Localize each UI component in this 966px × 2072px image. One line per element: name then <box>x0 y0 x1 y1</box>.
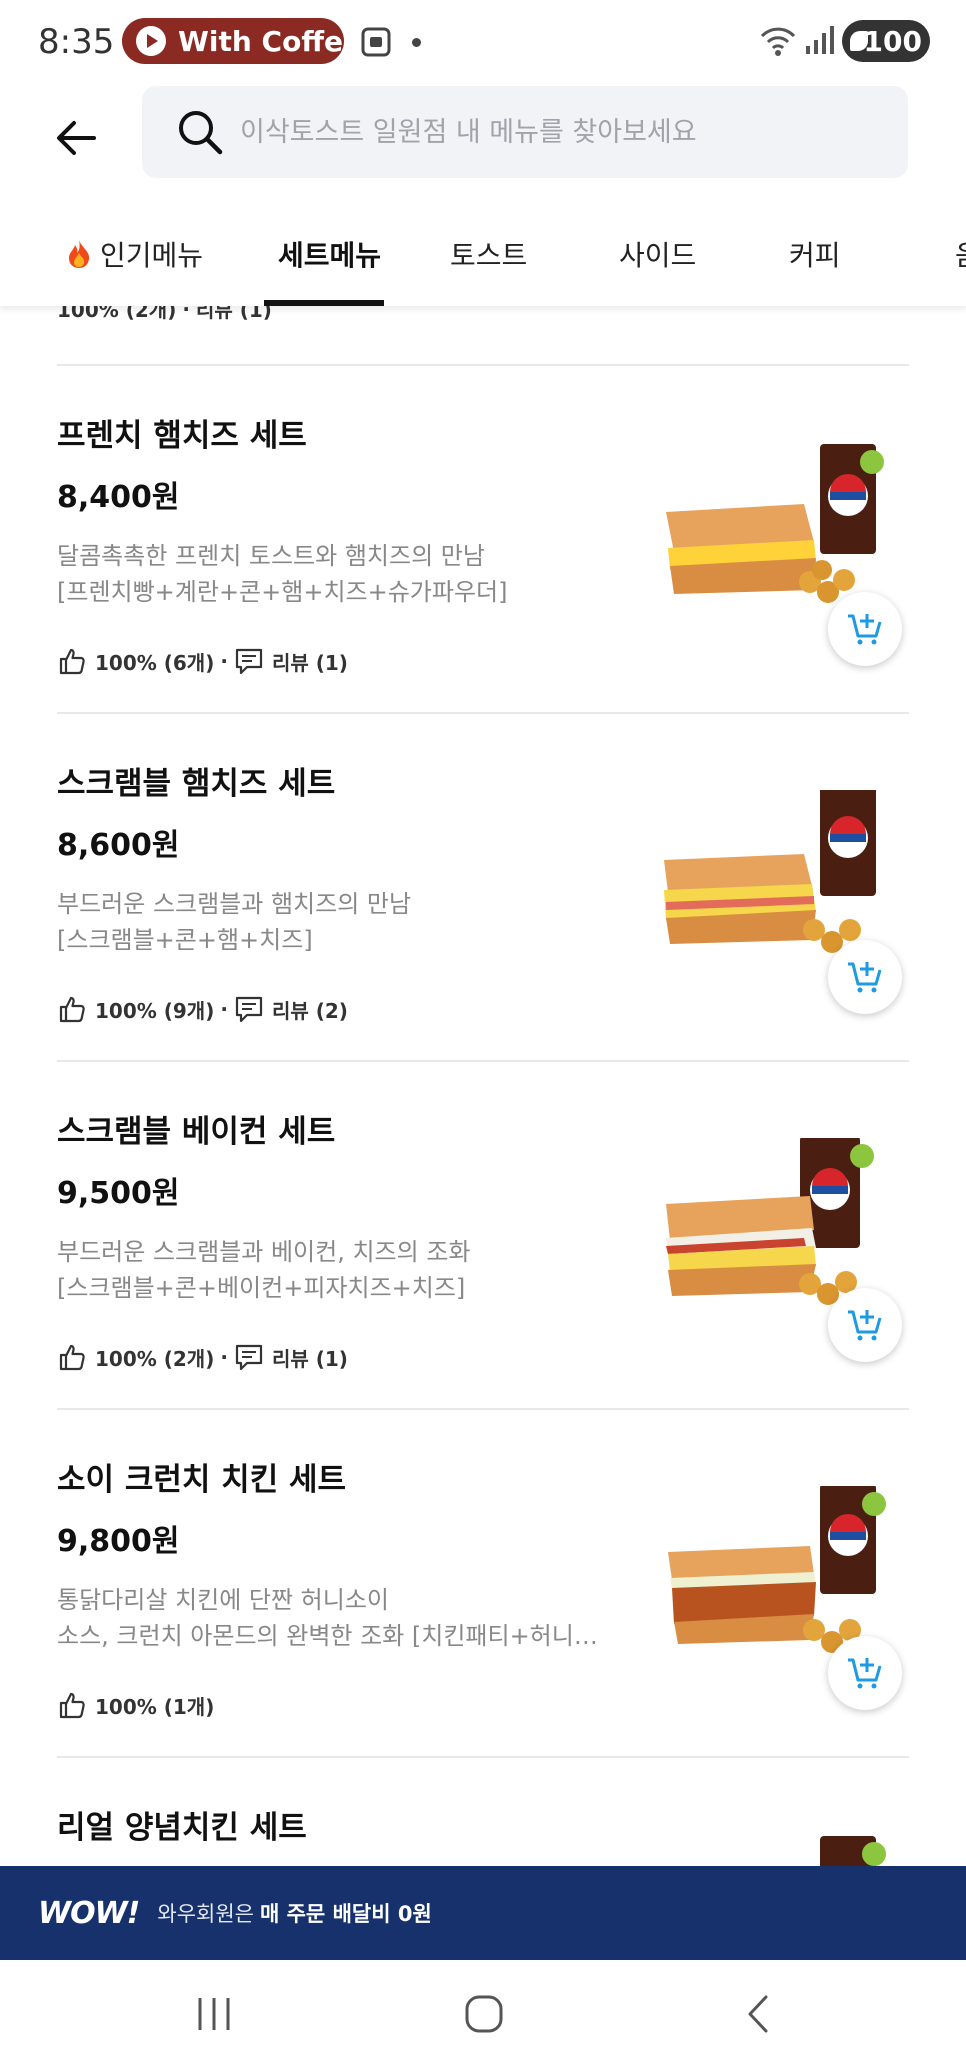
desc-line: 부드러운 스크램블과 햄치즈의 만남 <box>57 890 412 918</box>
add-to-cart-button[interactable] <box>828 592 902 666</box>
item-name: 스크램블 베이컨 세트 <box>57 1114 336 1150</box>
tab-set-menu[interactable]: 세트메뉴 <box>278 234 381 274</box>
item-description: 부드러운 스크램블과 베이컨, 치즈의 조화 [스크램블+콘+베이컨+피자치즈+… <box>57 1234 617 1306</box>
menu-list[interactable]: 100% (2개) · 리뷰 (1) 프렌치 햄치즈 세트 8,400원 달콤촉… <box>0 230 966 1866</box>
wow-membership-banner[interactable]: WOW! 와우회원은 매 주문 배달비 0원 <box>0 1866 966 1960</box>
media-label: With Coffe <box>178 24 344 58</box>
tab-side[interactable]: 사이드 <box>619 234 696 274</box>
add-to-cart-button[interactable] <box>828 1636 902 1710</box>
likes-count: 100% (2개) <box>95 1346 215 1371</box>
desc-line: [프렌치빵+계란+콘+햄+치즈+슈가파우더] <box>57 578 508 606</box>
item-price: 9,500원 <box>57 1176 180 1211</box>
menu-item[interactable]: 스크램블 베이컨 세트 9,500원 부드러운 스크램블과 베이컨, 치즈의 조… <box>0 1062 966 1408</box>
system-nav-bar <box>0 1960 966 2072</box>
wifi-icon <box>760 27 796 56</box>
battery-indicator: 100 <box>842 20 930 62</box>
search-box[interactable] <box>142 86 908 178</box>
comment-icon <box>235 648 263 675</box>
reviews-count: 리뷰 (1) <box>271 1346 348 1371</box>
item-price: 9,800원 <box>57 1524 180 1559</box>
likes-count: 100% (9개) <box>95 998 215 1023</box>
comment-icon <box>235 996 263 1023</box>
category-tabs: 인기메뉴 세트메뉴 토스트 사이드 커피 음 <box>0 214 966 306</box>
search-input[interactable] <box>240 86 880 178</box>
thumbs-up-icon <box>59 1692 85 1719</box>
menu-item[interactable]: 리얼 양념치킨 세트 <box>0 1758 966 1866</box>
thumbs-up-icon <box>59 996 85 1023</box>
desc-line: 부드러운 스크램블과 베이컨, 치즈의 조화 <box>57 1238 471 1266</box>
battery-level: 100 <box>863 24 922 58</box>
signal-icon <box>806 26 834 54</box>
add-to-cart-button[interactable] <box>828 940 902 1014</box>
item-meta: 100% (1개) <box>57 1688 214 1722</box>
search-icon <box>179 111 223 155</box>
cart-plus-icon <box>848 1658 882 1689</box>
back-nav-icon[interactable] <box>740 1994 780 2034</box>
item-name: 소이 크런치 치킨 세트 <box>57 1462 347 1498</box>
comment-icon <box>235 1344 263 1371</box>
tab-popular[interactable]: 인기메뉴 <box>66 234 203 274</box>
desc-line: 소스, 크런치 아몬드의 완벽한 조화 [치킨패티+허니소... <box>57 1622 617 1650</box>
tab-coffee[interactable]: 커피 <box>789 234 841 274</box>
tab-beverage[interactable]: 음 <box>955 234 966 274</box>
thumbs-up-icon <box>59 1344 85 1371</box>
media-notification-pill[interactable]: With Coffe <box>122 18 344 64</box>
desc-line: [스크램블+콘+햄+치즈] <box>57 926 313 954</box>
menu-item[interactable]: 스크램블 햄치즈 세트 8,600원 부드러운 스크램블과 햄치즈의 만남 [스… <box>0 714 966 1060</box>
item-description: 부드러운 스크램블과 햄치즈의 만남 [스크램블+콘+햄+치즈] <box>57 886 617 958</box>
desc-line: 통닭다리살 치킨에 단짠 허니소이 <box>57 1586 390 1614</box>
item-meta: 100% (2개) · 리뷰 (1) <box>57 1340 348 1374</box>
play-icon <box>136 26 166 56</box>
tab-label: 인기메뉴 <box>100 239 204 272</box>
notification-dot <box>412 38 421 47</box>
cart-plus-icon <box>848 614 882 645</box>
item-meta: 100% (6개) · 리뷰 (1) <box>57 644 348 678</box>
item-description: 달콤촉촉한 프렌치 토스트와 햄치즈의 만남 [프렌치빵+계란+콘+햄+치즈+슈… <box>57 538 617 610</box>
desc-line: [스크램블+콘+베이컨+피자치즈+치즈] <box>57 1274 466 1302</box>
cart-plus-icon <box>848 962 882 993</box>
item-name: 프렌치 햄치즈 세트 <box>57 418 307 454</box>
set-meal-image[interactable] <box>654 1834 900 1866</box>
desc-line: 달콤촉촉한 프렌치 토스트와 햄치즈의 만남 <box>57 542 485 570</box>
promo-text: 와우회원은 <box>157 1902 254 1926</box>
item-meta: 100% (9개) · 리뷰 (2) <box>57 992 348 1026</box>
item-name: 리얼 양념치킨 세트 <box>57 1810 307 1846</box>
active-tab-indicator <box>264 300 384 306</box>
back-arrow-icon <box>57 121 96 155</box>
likes-count: 100% (6개) <box>95 650 215 675</box>
back-button[interactable] <box>48 110 104 166</box>
reviews-count: 리뷰 (2) <box>271 998 348 1023</box>
thumbs-up-icon <box>59 648 85 675</box>
fire-icon <box>69 240 90 268</box>
tab-toast[interactable]: 토스트 <box>450 234 527 274</box>
reviews-count: 리뷰 (1) <box>271 650 348 675</box>
likes-count: 100% (1개) <box>95 1694 215 1719</box>
menu-item[interactable]: 소이 크런치 치킨 세트 9,800원 통닭다리살 치킨에 단짠 허니소이 소스… <box>0 1410 966 1756</box>
status-bar: 8:35 With Coffe 100 <box>0 0 966 84</box>
promo-highlight: 매 주문 배달비 0원 <box>259 1902 432 1926</box>
item-name: 스크램블 햄치즈 세트 <box>57 766 336 802</box>
item-description: 통닭다리살 치킨에 단짠 허니소이 소스, 크런치 아몬드의 완벽한 조화 [치… <box>57 1582 617 1654</box>
cart-plus-icon <box>848 1310 882 1341</box>
header <box>0 84 966 196</box>
home-icon[interactable] <box>464 1994 504 2034</box>
wow-logo: WOW! <box>38 1895 140 1931</box>
add-to-cart-button[interactable] <box>828 1288 902 1362</box>
item-price: 8,400원 <box>57 480 180 515</box>
recent-apps-icon[interactable] <box>194 1994 234 2034</box>
menu-item[interactable]: 프렌치 햄치즈 세트 8,400원 달콤촉촉한 프렌치 토스트와 햄치즈의 만남… <box>0 366 966 712</box>
item-price: 8,600원 <box>57 828 180 863</box>
screenshot-icon <box>361 27 391 57</box>
status-time: 8:35 <box>38 22 115 62</box>
